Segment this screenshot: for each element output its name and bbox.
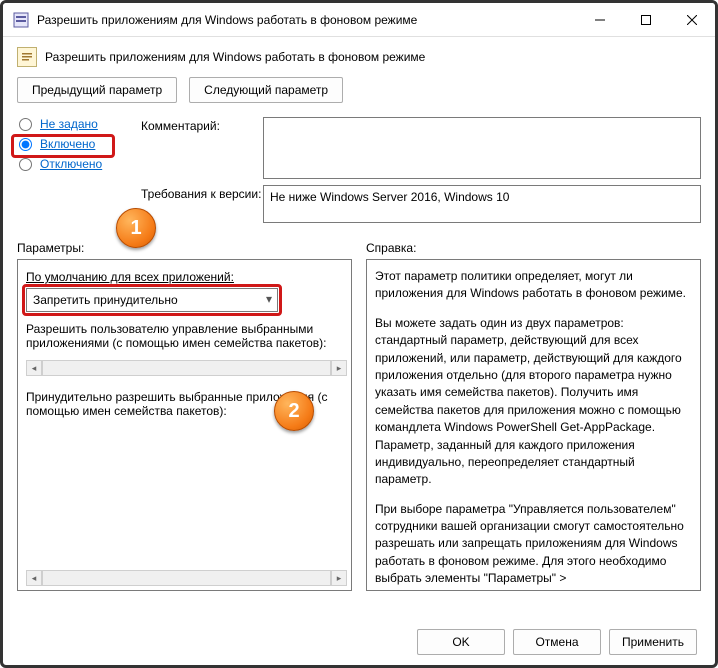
maximize-button[interactable] [623, 3, 669, 36]
policy-icon [17, 47, 37, 67]
apply-button[interactable]: Применить [609, 629, 697, 655]
minimize-button[interactable] [577, 3, 623, 36]
comment-row: Комментарий: [141, 117, 701, 179]
options-title: Параметры: [17, 241, 352, 255]
radio-enabled-label[interactable]: Включено [40, 137, 95, 151]
help-p2: Вы можете задать один из двух параметров… [375, 315, 692, 489]
app-icon [13, 12, 29, 28]
meta-column: Комментарий: Требования к версии: Не ниж… [141, 117, 701, 229]
options-hscroll-1[interactable]: ◂▸ [26, 360, 347, 376]
help-text: Этот параметр политики определяет, могут… [375, 268, 692, 591]
version-row: Требования к версии: Не ниже Windows Ser… [141, 185, 701, 223]
radio-not-configured[interactable]: Не задано [17, 117, 127, 131]
next-setting-button[interactable]: Следующий параметр [189, 77, 343, 103]
radio-enabled-input[interactable] [19, 138, 32, 151]
version-text: Не ниже Windows Server 2016, Windows 10 [263, 185, 701, 223]
help-p1: Этот параметр политики определяет, могут… [375, 268, 692, 303]
radio-disabled-label[interactable]: Отключено [40, 157, 102, 171]
default-apps-label: По умолчанию для всех приложений: [26, 270, 347, 284]
policy-title: Разрешить приложениям для Windows работа… [45, 50, 425, 64]
lower-split: Параметры: По умолчанию для всех приложе… [17, 241, 701, 591]
titlebar: Разрешить приложениям для Windows работа… [3, 3, 715, 37]
window-controls [577, 3, 715, 36]
state-radios: Не задано Включено Отключено [17, 117, 127, 229]
default-apps-select[interactable]: Запретить принудительно [26, 288, 278, 312]
radio-disabled[interactable]: Отключено [17, 157, 127, 171]
prev-setting-button[interactable]: Предыдущий параметр [17, 77, 177, 103]
version-label: Требования к версии: [141, 185, 263, 223]
comment-input[interactable] [263, 117, 701, 179]
callout-bubble-1: 1 [116, 208, 156, 248]
radio-not-configured-input[interactable] [19, 118, 32, 131]
close-button[interactable] [669, 3, 715, 36]
cancel-button[interactable]: Отмена [513, 629, 601, 655]
help-box[interactable]: Этот параметр политики определяет, могут… [366, 259, 701, 591]
radio-enabled[interactable]: Включено [17, 137, 127, 151]
help-p3: При выборе параметра "Управляется пользо… [375, 501, 692, 591]
dialog-window: Разрешить приложениям для Windows работа… [0, 0, 718, 668]
policy-header: Разрешить приложениям для Windows работа… [17, 47, 701, 67]
radio-disabled-input[interactable] [19, 158, 32, 171]
window-title: Разрешить приложениям для Windows работа… [37, 13, 577, 27]
callout-bubble-2: 2 [274, 391, 314, 431]
dialog-body: Разрешить приложениям для Windows работа… [3, 37, 715, 591]
allow-user-control-label: Разрешить пользователю управление выбран… [26, 322, 343, 350]
help-title: Справка: [366, 241, 701, 255]
options-hscroll-bottom[interactable]: ◂▸ [26, 570, 347, 586]
ok-button[interactable]: OK [417, 629, 505, 655]
help-column: Справка: Этот параметр политики определя… [366, 241, 701, 591]
comment-label: Комментарий: [141, 117, 263, 179]
default-apps-select-wrap: Запретить принудительно ▾ [26, 288, 278, 312]
nav-buttons: Предыдущий параметр Следующий параметр [17, 77, 701, 103]
dialog-footer: OK Отмена Применить [417, 629, 697, 655]
radio-not-configured-label[interactable]: Не задано [40, 117, 98, 131]
config-top: Не задано Включено Отключено Комментарий… [17, 117, 701, 229]
